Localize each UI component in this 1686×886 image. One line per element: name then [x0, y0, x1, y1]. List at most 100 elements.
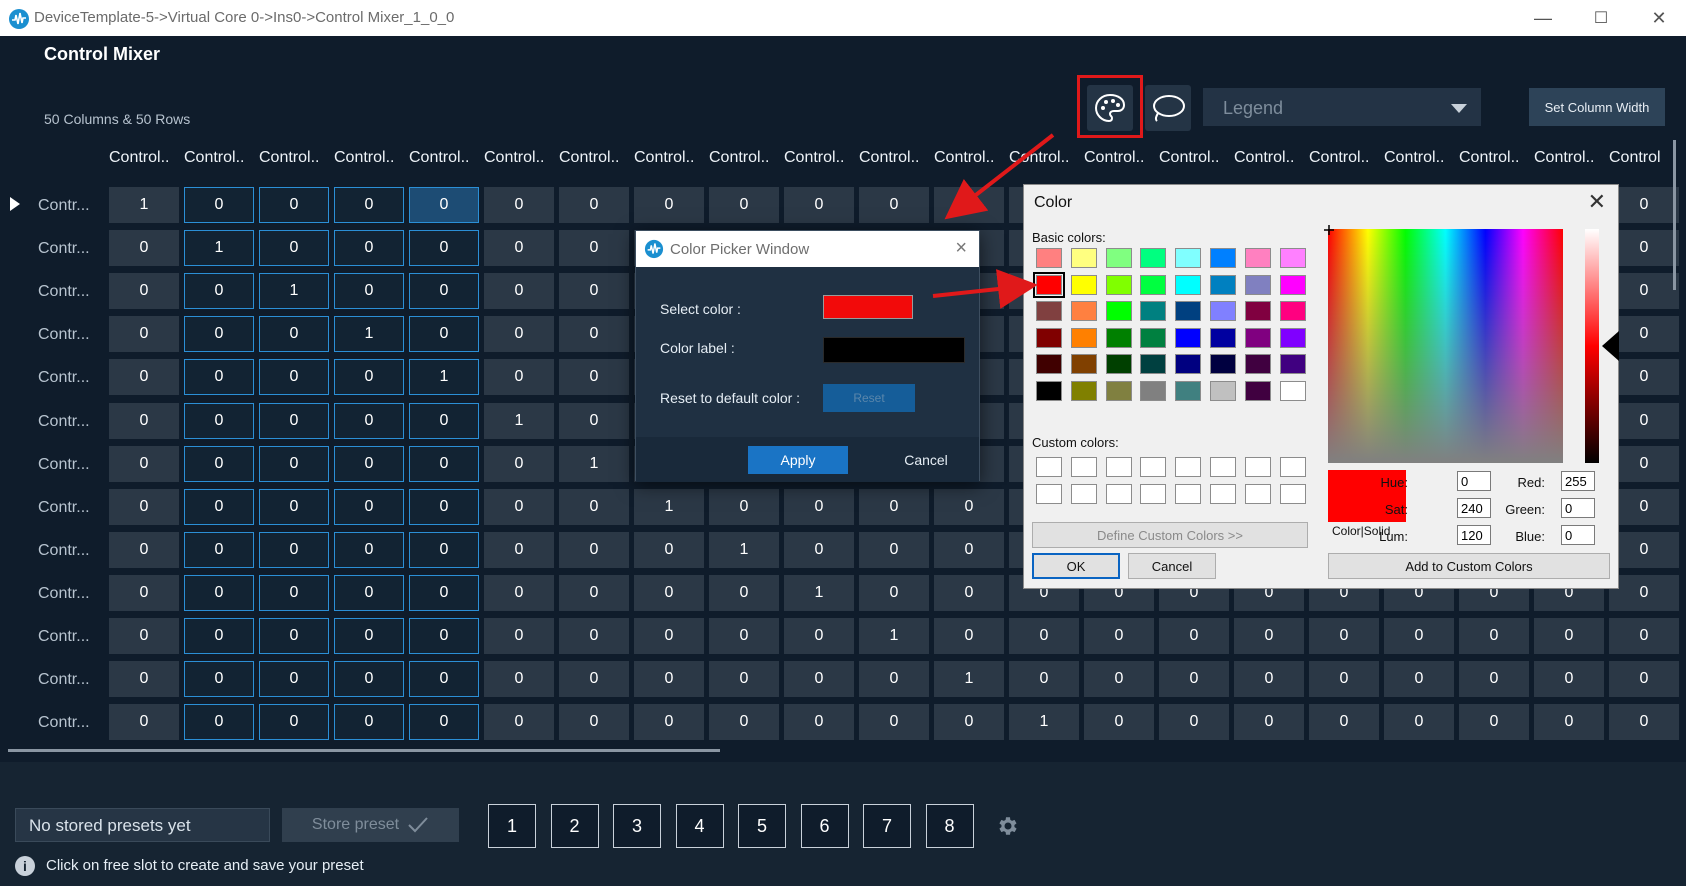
- column-header[interactable]: Control..: [634, 149, 694, 167]
- matrix-cell[interactable]: 0: [259, 574, 329, 611]
- matrix-cell[interactable]: 0: [1609, 402, 1679, 439]
- close-icon[interactable]: ✕: [1588, 189, 1606, 215]
- custom-color-swatch[interactable]: [1105, 483, 1132, 504]
- basic-color-swatch[interactable]: [1210, 354, 1236, 375]
- matrix-cell[interactable]: 0: [484, 531, 554, 568]
- column-header[interactable]: Control..: [1534, 149, 1594, 167]
- matrix-cell[interactable]: 0: [1234, 704, 1304, 741]
- matrix-cell[interactable]: 0: [1159, 704, 1229, 741]
- basic-color-swatch[interactable]: [1175, 327, 1202, 348]
- basic-color-swatch[interactable]: [1105, 327, 1132, 348]
- matrix-cell[interactable]: 0: [1309, 661, 1379, 698]
- basic-color-swatch[interactable]: [1210, 327, 1236, 348]
- cancel-button[interactable]: Cancel: [876, 446, 976, 474]
- basic-color-swatch[interactable]: [1105, 354, 1132, 375]
- matrix-cell[interactable]: 0: [559, 618, 629, 654]
- matrix-cell[interactable]: 0: [559, 316, 629, 353]
- green-input[interactable]: 0: [1561, 498, 1595, 518]
- matrix-cell[interactable]: 0: [409, 531, 479, 568]
- matrix-cell[interactable]: 0: [1609, 574, 1679, 611]
- basic-color-swatch[interactable]: [1070, 248, 1097, 268]
- matrix-cell[interactable]: 0: [334, 402, 404, 439]
- custom-color-swatch[interactable]: [1070, 483, 1097, 504]
- basic-color-swatch[interactable]: [1070, 274, 1097, 295]
- gear-icon[interactable]: [995, 814, 1019, 838]
- matrix-cell[interactable]: 0: [184, 488, 254, 525]
- matrix-cell[interactable]: 0: [1609, 187, 1679, 223]
- matrix-cell[interactable]: 0: [559, 359, 629, 396]
- matrix-cell[interactable]: 0: [1609, 704, 1679, 741]
- basic-color-swatch[interactable]: [1279, 381, 1306, 401]
- horizontal-scrollbar[interactable]: [8, 749, 720, 752]
- matrix-cell[interactable]: 0: [1609, 531, 1679, 568]
- matrix-cell[interactable]: 0: [184, 187, 254, 223]
- matrix-cell[interactable]: 0: [934, 187, 1004, 223]
- basic-color-swatch[interactable]: [1140, 274, 1167, 295]
- preset-slot[interactable]: 6: [800, 804, 849, 848]
- matrix-cell[interactable]: 0: [1309, 704, 1379, 741]
- matrix-cell[interactable]: 1: [334, 316, 404, 353]
- matrix-cell[interactable]: 0: [334, 704, 404, 741]
- matrix-cell[interactable]: 0: [334, 445, 404, 482]
- matrix-cell[interactable]: 0: [934, 531, 1004, 568]
- matrix-cell[interactable]: 1: [634, 488, 704, 525]
- matrix-cell[interactable]: 0: [559, 531, 629, 568]
- matrix-cell[interactable]: 0: [409, 661, 479, 698]
- matrix-cell[interactable]: 0: [859, 488, 929, 525]
- legend-dropdown[interactable]: Legend: [1203, 88, 1481, 126]
- column-header[interactable]: Control..: [109, 149, 169, 167]
- matrix-cell[interactable]: 0: [1384, 661, 1454, 698]
- basic-color-swatch[interactable]: [1036, 381, 1062, 401]
- column-header[interactable]: Control..: [1309, 149, 1369, 167]
- basic-color-swatch[interactable]: [1036, 327, 1062, 348]
- matrix-cell[interactable]: 0: [1159, 661, 1229, 698]
- basic-color-swatch[interactable]: [1175, 354, 1202, 375]
- matrix-cell[interactable]: 0: [334, 187, 404, 223]
- custom-color-swatch[interactable]: [1279, 457, 1306, 477]
- define-custom-colors-button[interactable]: Define Custom Colors >>: [1032, 522, 1308, 548]
- basic-color-swatch[interactable]: [1033, 271, 1065, 298]
- matrix-cell[interactable]: 0: [784, 661, 854, 698]
- matrix-cell[interactable]: 0: [1609, 359, 1679, 396]
- presets-dropdown[interactable]: No stored presets yet: [15, 808, 270, 842]
- add-to-custom-colors-button[interactable]: Add to Custom Colors: [1328, 553, 1610, 579]
- matrix-cell[interactable]: 0: [559, 574, 629, 611]
- lasso-button[interactable]: [1145, 85, 1191, 131]
- custom-color-swatch[interactable]: [1036, 457, 1062, 477]
- custom-color-swatch[interactable]: [1279, 483, 1306, 504]
- matrix-cell[interactable]: 0: [709, 704, 779, 741]
- matrix-cell[interactable]: 0: [1309, 618, 1379, 654]
- row-header[interactable]: Contr...: [38, 283, 90, 301]
- matrix-cell[interactable]: 0: [484, 316, 554, 353]
- basic-color-swatch[interactable]: [1175, 381, 1202, 401]
- matrix-cell[interactable]: 0: [109, 273, 179, 310]
- color-label-input[interactable]: [823, 337, 965, 363]
- custom-color-swatch[interactable]: [1070, 457, 1097, 477]
- matrix-cell[interactable]: 0: [109, 704, 179, 741]
- matrix-cell[interactable]: 0: [484, 187, 554, 223]
- preset-slot[interactable]: 8: [925, 804, 974, 848]
- basic-color-swatch[interactable]: [1210, 301, 1236, 322]
- sat-input[interactable]: 240: [1457, 498, 1491, 518]
- basic-color-swatch[interactable]: [1175, 248, 1202, 268]
- basic-color-swatch[interactable]: [1105, 301, 1132, 322]
- matrix-cell[interactable]: 0: [109, 531, 179, 568]
- matrix-cell[interactable]: 0: [934, 488, 1004, 525]
- matrix-cell[interactable]: 0: [184, 618, 254, 654]
- matrix-cell[interactable]: 0: [484, 661, 554, 698]
- matrix-cell[interactable]: 0: [109, 574, 179, 611]
- cancel-button[interactable]: Cancel: [1128, 553, 1216, 579]
- vertical-scrollbar[interactable]: [1673, 140, 1676, 290]
- matrix-cell[interactable]: 0: [409, 574, 479, 611]
- matrix-cell[interactable]: 0: [109, 445, 179, 482]
- column-header[interactable]: Control..: [1234, 149, 1294, 167]
- preset-slot[interactable]: 1: [488, 804, 536, 848]
- column-header[interactable]: Control..: [409, 149, 469, 167]
- matrix-cell[interactable]: 0: [559, 661, 629, 698]
- row-header[interactable]: Contr...: [38, 326, 90, 344]
- basic-color-swatch[interactable]: [1244, 248, 1271, 268]
- matrix-cell[interactable]: 0: [1084, 704, 1154, 741]
- row-header[interactable]: Contr...: [38, 542, 90, 560]
- matrix-cell[interactable]: 0: [484, 273, 554, 310]
- basic-color-swatch[interactable]: [1140, 381, 1167, 401]
